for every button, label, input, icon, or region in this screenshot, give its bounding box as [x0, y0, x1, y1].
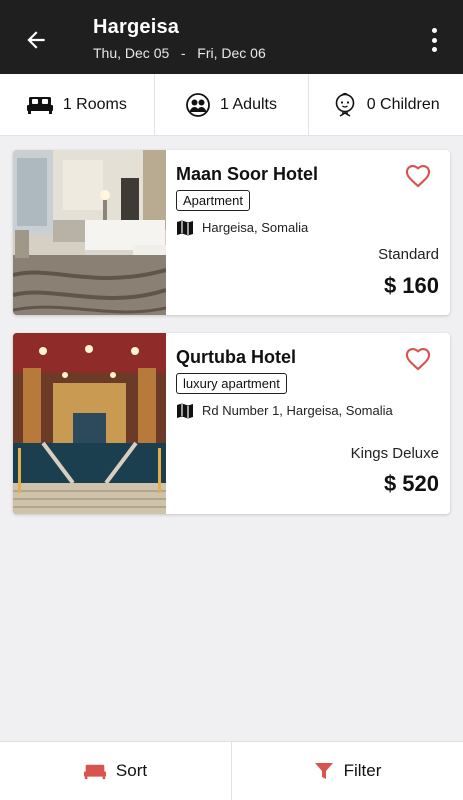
room-type: Standard: [378, 246, 439, 263]
hotel-location: Rd Number 1, Hargeisa, Somalia: [176, 403, 420, 419]
hotel-info: Qurtuba Hotel luxury apartment Rd Number…: [176, 333, 450, 514]
occupancy-bar: 1 Rooms 1 Adults 0 Children: [0, 74, 463, 136]
bottom-action-bar: Sort Filter: [0, 741, 463, 800]
back-button[interactable]: [16, 22, 56, 58]
sort-bed-icon: [83, 764, 106, 779]
page-title: Hargeisa: [93, 16, 180, 38]
adults-selector[interactable]: 1 Adults: [153, 74, 309, 135]
location-text: Hargeisa, Somalia: [202, 220, 309, 235]
heart-outline-icon: [405, 164, 431, 188]
adults-icon: [186, 92, 210, 117]
room-type: Kings Deluxe: [350, 445, 439, 462]
sort-button[interactable]: Sort: [0, 742, 231, 800]
more-options-button[interactable]: [429, 28, 439, 52]
hotel-name[interactable]: Qurtuba Hotel: [176, 347, 296, 368]
location-text: Rd Number 1, Hargeisa, Somalia: [202, 403, 393, 418]
hotel-info: Maan Soor Hotel Apartment Hargeisa, Soma…: [176, 150, 450, 315]
property-type-badge: luxury apartment: [176, 373, 287, 394]
more-vert-dot: [431, 37, 437, 43]
app-bar: Hargeisa Thu, Dec 05 - Fri, Dec 06: [0, 0, 463, 74]
hotel-name[interactable]: Maan Soor Hotel: [176, 164, 318, 185]
rooms-selector[interactable]: 1 Rooms: [0, 74, 154, 135]
heart-outline-icon: [405, 347, 431, 371]
property-type-badge: Apartment: [176, 190, 250, 211]
filter-button[interactable]: Filter: [231, 742, 463, 800]
hotel-card[interactable]: Maan Soor Hotel Apartment Hargeisa, Soma…: [13, 150, 450, 315]
map-icon: [177, 220, 193, 236]
map-icon: [177, 403, 193, 419]
hotel-photo: [13, 333, 166, 514]
hotel-card[interactable]: Qurtuba Hotel luxury apartment Rd Number…: [13, 333, 450, 514]
more-vert-dot: [431, 47, 437, 52]
favorite-button[interactable]: [404, 345, 432, 371]
price: $ 520: [383, 471, 439, 496]
date-range: Thu, Dec 05 - Fri, Dec 06: [93, 45, 266, 61]
rooms-count: 1 Rooms: [62, 95, 127, 113]
filter-label: Filter: [343, 761, 382, 780]
adults-count: 1 Adults: [220, 95, 277, 113]
favorite-button[interactable]: [404, 162, 432, 188]
header-titles: Hargeisa Thu, Dec 05 - Fri, Dec 06: [93, 16, 266, 61]
more-vert-icon: [431, 28, 437, 33]
children-selector[interactable]: 0 Children: [308, 74, 463, 135]
hotel-location: Hargeisa, Somalia: [176, 220, 420, 236]
hotel-photo: [13, 150, 166, 315]
price: $ 160: [383, 273, 439, 298]
children-count: 0 Children: [366, 95, 440, 113]
back-arrow-icon: [27, 31, 45, 49]
sort-label: Sort: [115, 761, 148, 780]
child-icon: [335, 92, 355, 117]
bed-icon: [26, 96, 53, 114]
filter-funnel-icon: [314, 763, 333, 779]
